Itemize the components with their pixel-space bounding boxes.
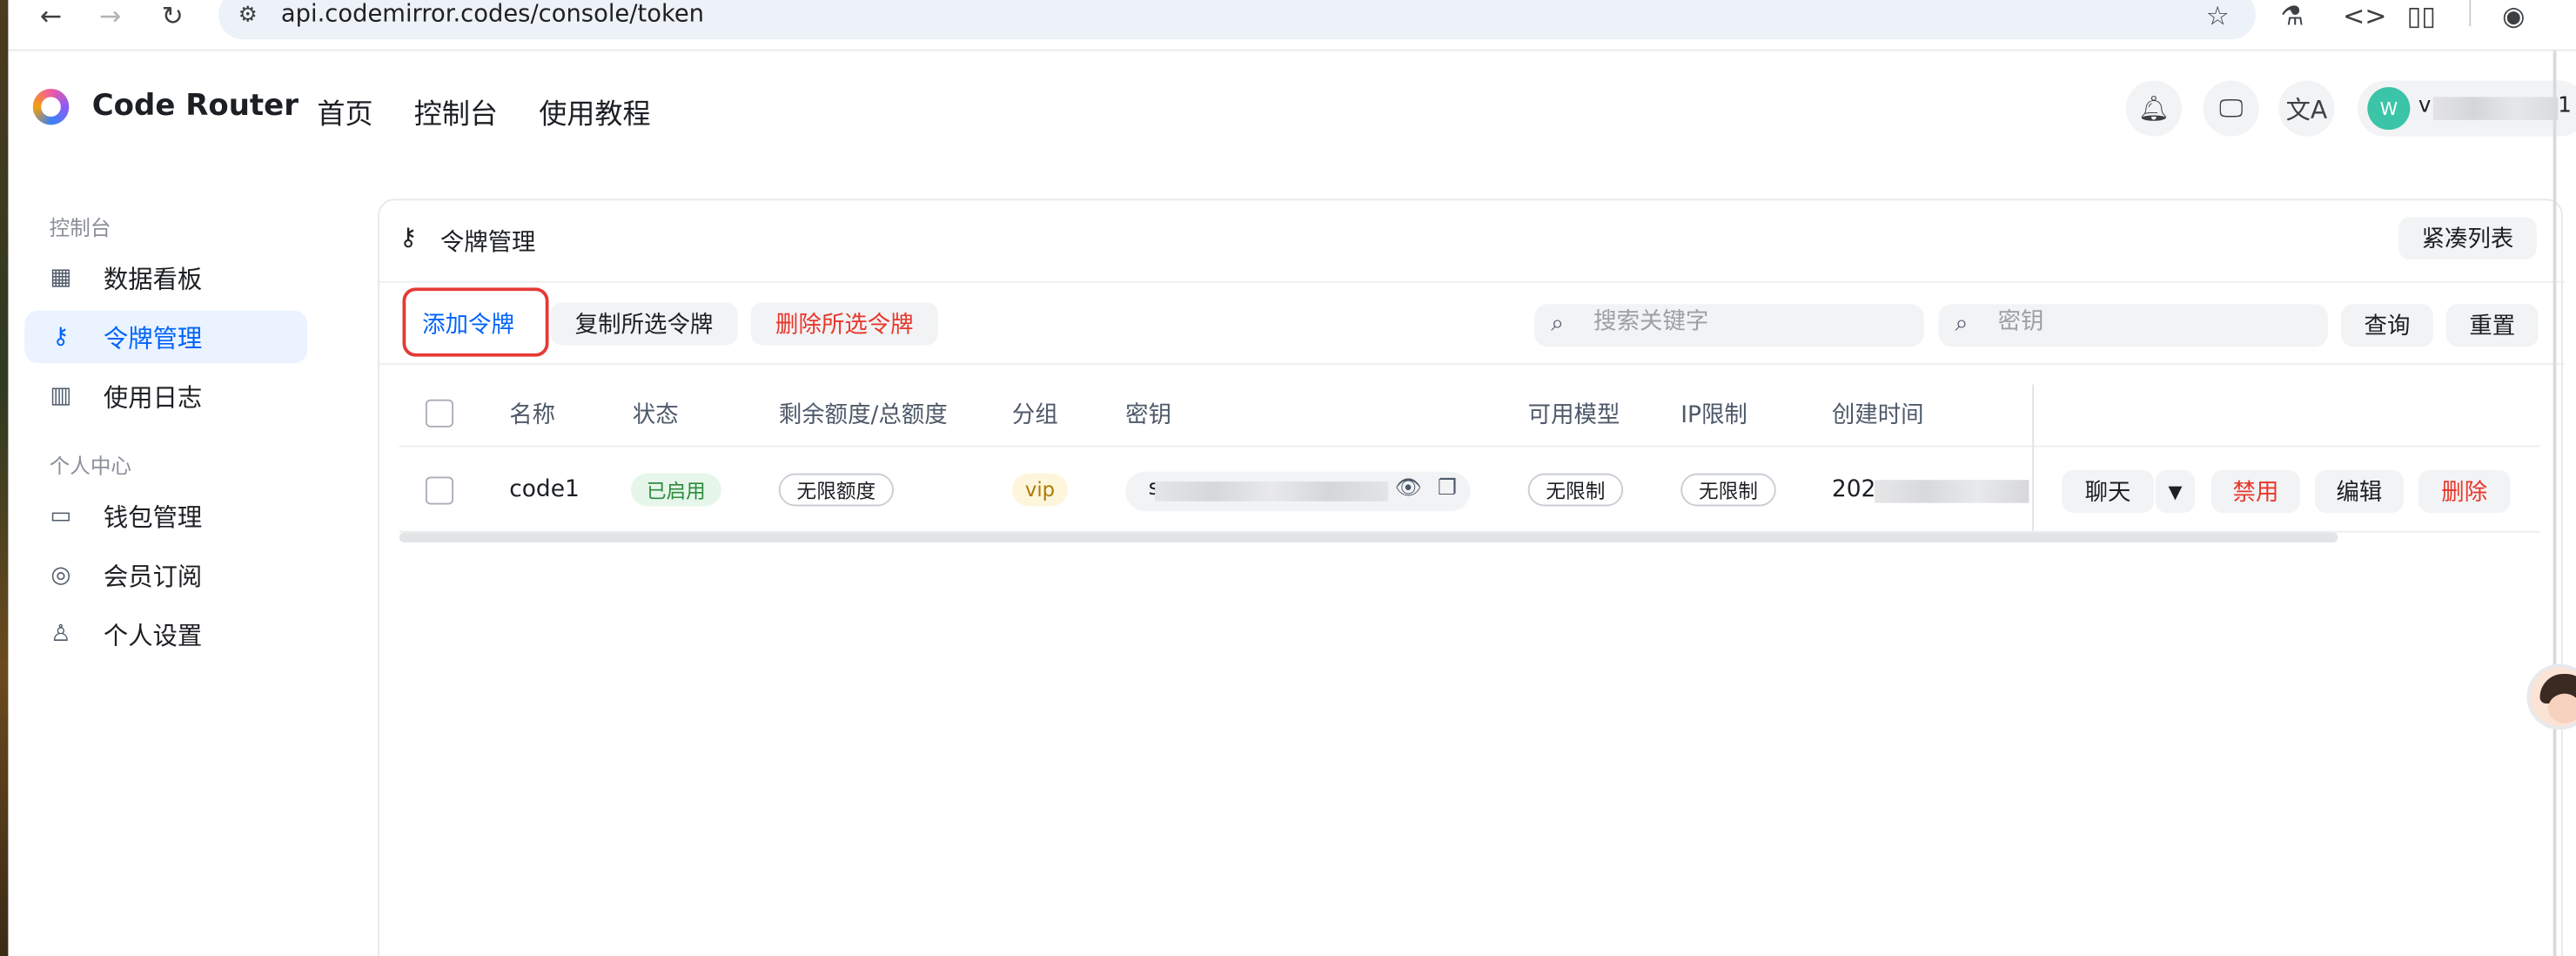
user-icon: ♙	[50, 621, 71, 648]
divider	[379, 280, 2565, 283]
delete-selected-button[interactable]: 删除所选令牌	[750, 302, 938, 346]
header-divider	[399, 445, 2540, 448]
redacted-key	[1155, 481, 1389, 502]
avatar: W	[2367, 87, 2411, 131]
reload-icon[interactable]: ↻	[153, 0, 192, 30]
nav-tutorial[interactable]: 使用教程	[539, 91, 650, 131]
sidebar-group-console: 控制台	[49, 215, 111, 240]
sidebar-item-settings[interactable]: ♙ 个人设置	[24, 608, 307, 660]
arrow-left-icon[interactable]: ←	[31, 0, 70, 30]
brand-logo[interactable]	[32, 88, 70, 125]
copy-selected-button[interactable]: 复制所选令牌	[550, 302, 738, 346]
bar-chart-icon: ▥	[50, 382, 72, 410]
group-badge: vip	[1011, 473, 1069, 507]
fixed-column-divider	[2032, 384, 2035, 533]
key-search-input[interactable]	[1997, 308, 2277, 336]
arrow-right-icon[interactable]: →	[91, 0, 130, 30]
sidebar-item-label: 会员订阅	[103, 561, 203, 591]
keyword-search-input[interactable]	[1593, 308, 1874, 336]
sidebar-item-label: 钱包管理	[103, 502, 203, 532]
query-button[interactable]: 查询	[2341, 304, 2433, 347]
site-settings-icon[interactable]: ⚙	[238, 3, 258, 28]
reading-mode-icon[interactable]: ▯▯	[2407, 0, 2436, 30]
window-edge	[2553, 50, 2557, 956]
column-header-group[interactable]: 分组	[1012, 398, 1058, 431]
sidebar-item-label: 数据看板	[103, 263, 203, 293]
column-header-models[interactable]: 可用模型	[1528, 398, 1620, 431]
profile-icon[interactable]: ◉	[2502, 0, 2525, 30]
add-token-button[interactable]: 添加令牌	[409, 302, 527, 346]
row-checkbox[interactable]	[425, 476, 454, 505]
sidebar-item-label: 使用日志	[103, 381, 203, 412]
sidebar-item-tokens[interactable]: ⚷ 令牌管理	[24, 310, 308, 364]
redacted-username	[2432, 97, 2559, 120]
edit-button[interactable]: 编辑	[2314, 469, 2404, 513]
divider	[379, 363, 2565, 366]
select-all-checkbox[interactable]	[425, 399, 454, 428]
token-management-card: ⚷ 令牌管理 紧凑列表 添加令牌 复制所选令牌 删除所选令牌 ⌕ ⌕ 查询 重置…	[378, 199, 2565, 956]
eye-icon[interactable]: 👁︎	[1395, 476, 1422, 501]
copy-icon[interactable]: ❐	[1438, 476, 1457, 501]
ip-limit-badge: 无限制	[1680, 473, 1776, 507]
chat-button[interactable]: 聊天	[2062, 469, 2154, 513]
sidebar-item-logs[interactable]: ▥ 使用日志	[24, 370, 307, 422]
url-text: api.codemirror.codes/console/token	[280, 1, 705, 29]
column-header-created-time[interactable]: 创建时间	[1832, 398, 1924, 431]
models-badge: 无限制	[1527, 473, 1624, 507]
horizontal-scrollbar[interactable]	[399, 532, 2338, 542]
app-header: Code Router 首页 控制台 使用教程 🔔︎ 🖵 文A W v 1	[8, 52, 2576, 168]
column-header-ip-limit[interactable]: IP限制	[1680, 398, 1748, 431]
redacted-date	[1874, 480, 2029, 503]
token-name: code1	[509, 476, 580, 503]
key-icon: ⚷	[52, 323, 70, 351]
address-bar[interactable]: ⚙ api.codemirror.codes/console/token ☆	[218, 0, 2256, 40]
delete-button[interactable]: 删除	[2418, 469, 2511, 513]
brand-name[interactable]: Code Router	[92, 89, 299, 124]
chevron-down-icon[interactable]: ▼	[2155, 469, 2196, 513]
key-icon: ⚷	[399, 221, 418, 252]
dashboard-icon: ▦	[50, 264, 72, 292]
nav-home[interactable]: 首页	[317, 91, 372, 131]
reset-button[interactable]: 重置	[2445, 304, 2539, 347]
sidebar-item-wallet[interactable]: ▭ 钱包管理	[24, 490, 307, 542]
translate-icon[interactable]: 文A	[2278, 80, 2335, 137]
status-badge: 已启用	[630, 473, 721, 507]
sidebar-item-label: 令牌管理	[103, 322, 203, 353]
key-search[interactable]: ⌕	[1938, 304, 2329, 347]
column-header-key[interactable]: 密钥	[1125, 398, 1171, 431]
user-name-end: 1	[2558, 93, 2572, 118]
disable-button[interactable]: 禁用	[2210, 469, 2300, 513]
card-title: 令牌管理	[439, 230, 536, 257]
toolbar-divider	[2469, 0, 2472, 27]
search-icon: ⌕	[1955, 310, 1969, 337]
search-icon: ⌕	[1551, 310, 1564, 337]
browser-toolbar: ← → ↻ ⚙ api.codemirror.codes/console/tok…	[8, 0, 2576, 51]
desktop-edge	[0, 0, 9, 956]
devtools-code-icon[interactable]: <>	[2343, 0, 2387, 30]
user-name-start: v	[2418, 93, 2432, 118]
compact-list-button[interactable]: 紧凑列表	[2398, 217, 2537, 260]
sidebar-group-personal: 个人中心	[49, 454, 132, 479]
column-header-quota[interactable]: 剩余额度/总额度	[779, 398, 948, 431]
extensions-icon[interactable]: ⚗	[2280, 0, 2304, 30]
monitor-icon[interactable]: 🖵	[2203, 80, 2259, 137]
quota-badge: 无限额度	[778, 473, 894, 507]
bookmark-star-icon[interactable]: ☆	[2206, 0, 2230, 31]
keyword-search[interactable]: ⌕	[1534, 304, 1924, 347]
subscription-icon: ◎	[50, 562, 71, 589]
column-header-name[interactable]: 名称	[509, 398, 555, 431]
bell-icon[interactable]: 🔔︎	[2125, 80, 2182, 137]
created-time: 202	[1831, 476, 1876, 503]
nav-console[interactable]: 控制台	[414, 91, 498, 131]
sidebar-item-label: 个人设置	[103, 620, 203, 650]
user-menu[interactable]: W v 1	[2357, 80, 2576, 137]
sidebar-item-dashboard[interactable]: ▦ 数据看板	[24, 252, 307, 304]
wallet-icon: ▭	[50, 502, 72, 529]
sidebar: 控制台 ▦ 数据看板 ⚷ 令牌管理 ▥ 使用日志 个人中心 ▭ 钱包管理 ◎ 会…	[8, 167, 370, 956]
sidebar-item-subscription[interactable]: ◎ 会员订阅	[24, 549, 307, 602]
key-field: s 👁︎ ❐	[1125, 471, 1471, 512]
column-header-status[interactable]: 状态	[633, 398, 679, 431]
